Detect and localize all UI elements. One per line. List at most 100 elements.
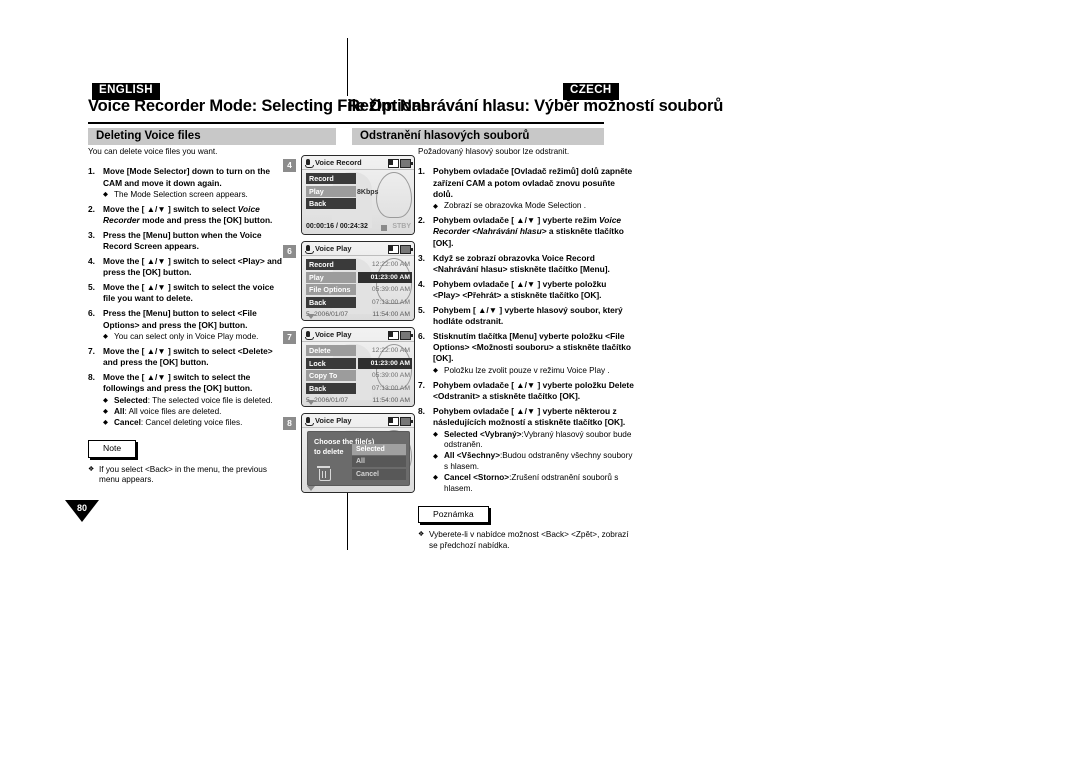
lcd-frame: Voice Play Delete Lock Copy To Back 12:22:00 …	[301, 327, 415, 407]
lcd-menu[interactable]: Delete Lock Copy To Back	[306, 345, 356, 395]
dialog-button[interactable]: Selected	[352, 443, 406, 455]
lcd-screen: Voice Record Record Play Back 8Kbps 00:00:16 …	[302, 156, 414, 234]
note-items-czech: Vyberete-li v nabídce možnost <Back> <Zp…	[418, 530, 634, 552]
file-date: 2006/01/07	[314, 397, 349, 404]
file-time: 11:54:00 AM	[372, 311, 410, 318]
step-item: Move the [ ▲/▼ ] switch to select <Delet…	[88, 346, 288, 369]
lcd-menu-item[interactable]: Copy To	[306, 370, 356, 382]
bullet-item: You can select only in Voice Play mode.	[103, 332, 288, 343]
note-label-czech: Poznámka	[418, 506, 489, 524]
step-text: Move the [ ▲/▼ ] switch to select the fo…	[103, 372, 253, 394]
lcd-title-bar: Voice Play	[302, 328, 414, 342]
bullet-item: Zobrazí se obrazovka Mode Selection .	[433, 201, 634, 212]
note-label-english: Note	[88, 440, 137, 458]
memory-card-icon	[388, 417, 399, 426]
step-text: Stisknutím tlačítka [Menu] vyberte polož…	[433, 330, 632, 364]
voice-file-time-row[interactable]: 01:23:00 AM	[358, 357, 412, 369]
step-item: Stisknutím tlačítka [Menu] vyberte polož…	[418, 330, 634, 377]
instructions-column-czech: Požadovaný hlasový soubor lze odstranit.…	[418, 146, 634, 552]
step-item: Pohybem ovladače [ ▲/▼ ] vyberte položku…	[418, 380, 634, 403]
lcd-title-label: Voice Play	[315, 244, 352, 253]
step-item: Move the [ ▲/▼ ] switch to select the vo…	[88, 282, 288, 305]
lcd-menu[interactable]: Record Play File Options Back	[306, 259, 356, 309]
bullet-item: Cancel: Cancel deleting voice files.	[103, 418, 288, 429]
lcd-menu-item[interactable]: Play	[306, 271, 356, 283]
lcd-screen: Voice Play Choose the file(s) to delete Sel…	[302, 414, 414, 492]
lcd-menu-item[interactable]: Back	[306, 198, 356, 210]
steps-list-english: Move [Mode Selector] down to turn on the…	[88, 166, 288, 428]
note-block-czech: Poznámka Vyberete-li v nabídce možnost <…	[418, 506, 634, 552]
step-text: Move the [ ▲/▼ ] switch to select <Play>…	[103, 256, 283, 278]
lcd-menu-item[interactable]: Back	[306, 382, 356, 394]
step-text: mode and press the [OK] button.	[139, 215, 273, 226]
step-item: Pohybem ovladače [Ovladač režimů] dolů z…	[418, 166, 634, 212]
scroll-down-arrow-icon[interactable]	[307, 314, 315, 319]
memory-card-icon	[388, 331, 399, 340]
voice-file-time-row[interactable]: 05:39:00 AM	[358, 370, 412, 381]
lcd-menu-item[interactable]: Back	[306, 296, 356, 308]
step-item: Move the [ ▲/▼ ] switch to select the fo…	[88, 372, 288, 428]
bullet-item: Položku lze zvolit pouze v režimu Voice …	[433, 366, 634, 377]
dialog-button[interactable]: Cancel	[352, 468, 406, 480]
lcd-menu-item[interactable]: Play	[306, 185, 356, 197]
step-item: Move the [ ▲/▼ ] switch to select Voice …	[88, 204, 288, 227]
bullet-item: Selected <Vybraný>:Vybraný hlasový soubo…	[433, 430, 634, 451]
lcd-menu-item[interactable]: Record	[306, 259, 356, 270]
microphone-icon	[304, 330, 314, 340]
step-bullets: Selected: The selected voice file is del…	[103, 396, 288, 429]
trash-icon	[317, 466, 331, 482]
section-heading-english: Deleting Voice files	[88, 128, 336, 145]
voice-file-time-row[interactable]: 12:22:00 AM	[358, 345, 412, 356]
step-text: Move the [ ▲/▼ ] switch to select <Delet…	[103, 345, 273, 368]
microphone-icon	[304, 416, 314, 426]
microphone-icon	[304, 244, 314, 254]
voice-file-time-row[interactable]: 07:13:00 AM	[358, 383, 412, 394]
lcd-menu-item[interactable]: Record	[306, 173, 356, 184]
step-text: Move the [ ▲/▼ ] switch to select the vo…	[103, 282, 275, 304]
lcd-screenshot-column: 4 Voice Record Record Play Back 8Kbps 00:00:16…	[283, 155, 415, 499]
step-number-badge: 7	[283, 331, 296, 344]
voice-file-time-row[interactable]: 12:22:00 AM	[358, 259, 412, 270]
lcd-menu[interactable]: Record Play Back	[306, 173, 356, 211]
step-item: Move the [ ▲/▼ ] switch to select <Play>…	[88, 256, 288, 279]
lcd-menu-item[interactable]: Delete	[306, 345, 356, 356]
battery-icon	[400, 331, 413, 340]
voice-file-time-list[interactable]: 12:22:00 AM 01:23:00 AM 05:39:00 AM 07:13:0…	[358, 345, 412, 395]
lcd-menu-item[interactable]: Lock	[306, 357, 356, 369]
step-text: Pohybem ovladače [Ovladač režimů] dolů z…	[433, 166, 633, 199]
note-block-english: Note If you select <Back> in the menu, t…	[88, 440, 288, 486]
step-text: Pohybem ovladače [ ▲/▼ ] vyberte režim	[433, 215, 599, 226]
lcd-screen: Voice Play Record Play File Options Back 12:2…	[302, 242, 414, 320]
trash-lid	[317, 466, 330, 469]
page-number: 80	[76, 503, 87, 513]
step-item: Pohybem ovladače [ ▲/▼ ] vyberte položku…	[418, 279, 634, 302]
note-item: If you select <Back> in the menu, the pr…	[88, 465, 288, 487]
step-number-badge: 4	[283, 159, 296, 172]
lcd-status-bar: 00:00:16 / 00:24:32 STBY	[302, 222, 414, 234]
step-bullets: Položku lze zvolit pouze v režimu Voice …	[433, 366, 634, 377]
step-bullets: Zobrazí se obrazovka Mode Selection .	[433, 201, 634, 212]
bullet-item: Selected: The selected voice file is del…	[103, 396, 288, 407]
dialog-button[interactable]: All	[352, 456, 406, 467]
step-item: Move [Mode Selector] down to turn on the…	[88, 166, 288, 200]
battery-icon	[400, 245, 413, 254]
voice-file-time-row[interactable]: 01:23:00 AM	[358, 271, 412, 283]
bullet-item: Cancel <Storno>:Zrušení odstranění soubo…	[433, 473, 634, 494]
intro-text-czech: Požadovaný hlasový soubor lze odstranit.	[418, 147, 570, 156]
lcd-screenshot: 7 Voice Play Delete Lock Copy To Back 12:22:00…	[283, 327, 415, 410]
step-text: Když se zobrazí obrazovka Voice Record <…	[433, 252, 610, 274]
voice-file-time-row[interactable]: 05:39:00 AM	[358, 284, 412, 295]
dialog-button-group[interactable]: Selected All Cancel	[352, 443, 406, 482]
lcd-screenshot: 6 Voice Play Record Play File Options Back 12:…	[283, 241, 415, 324]
scroll-down-arrow-icon[interactable]	[307, 400, 315, 405]
step-number-badge: 8	[283, 417, 296, 430]
step-bullets: You can select only in Voice Play mode.	[103, 332, 288, 343]
scroll-down-arrow-icon[interactable]	[307, 486, 315, 491]
lcd-frame: Voice Record Record Play Back 8Kbps 00:00:16 …	[301, 155, 415, 235]
section-heading-czech-label: Odstranění hlasových souborů	[360, 130, 530, 142]
page-title-czech: Režim Nahrávání hlasu: Výběr možností so…	[348, 97, 724, 115]
bullet-item: All: All voice files are deleted.	[103, 407, 288, 418]
voice-file-time-row[interactable]: 07:13:00 AM	[358, 297, 412, 308]
lcd-menu-item[interactable]: File Options	[306, 284, 356, 296]
voice-file-time-list[interactable]: 12:22:00 AM 01:23:00 AM 05:39:00 AM 07:13:0…	[358, 259, 412, 309]
